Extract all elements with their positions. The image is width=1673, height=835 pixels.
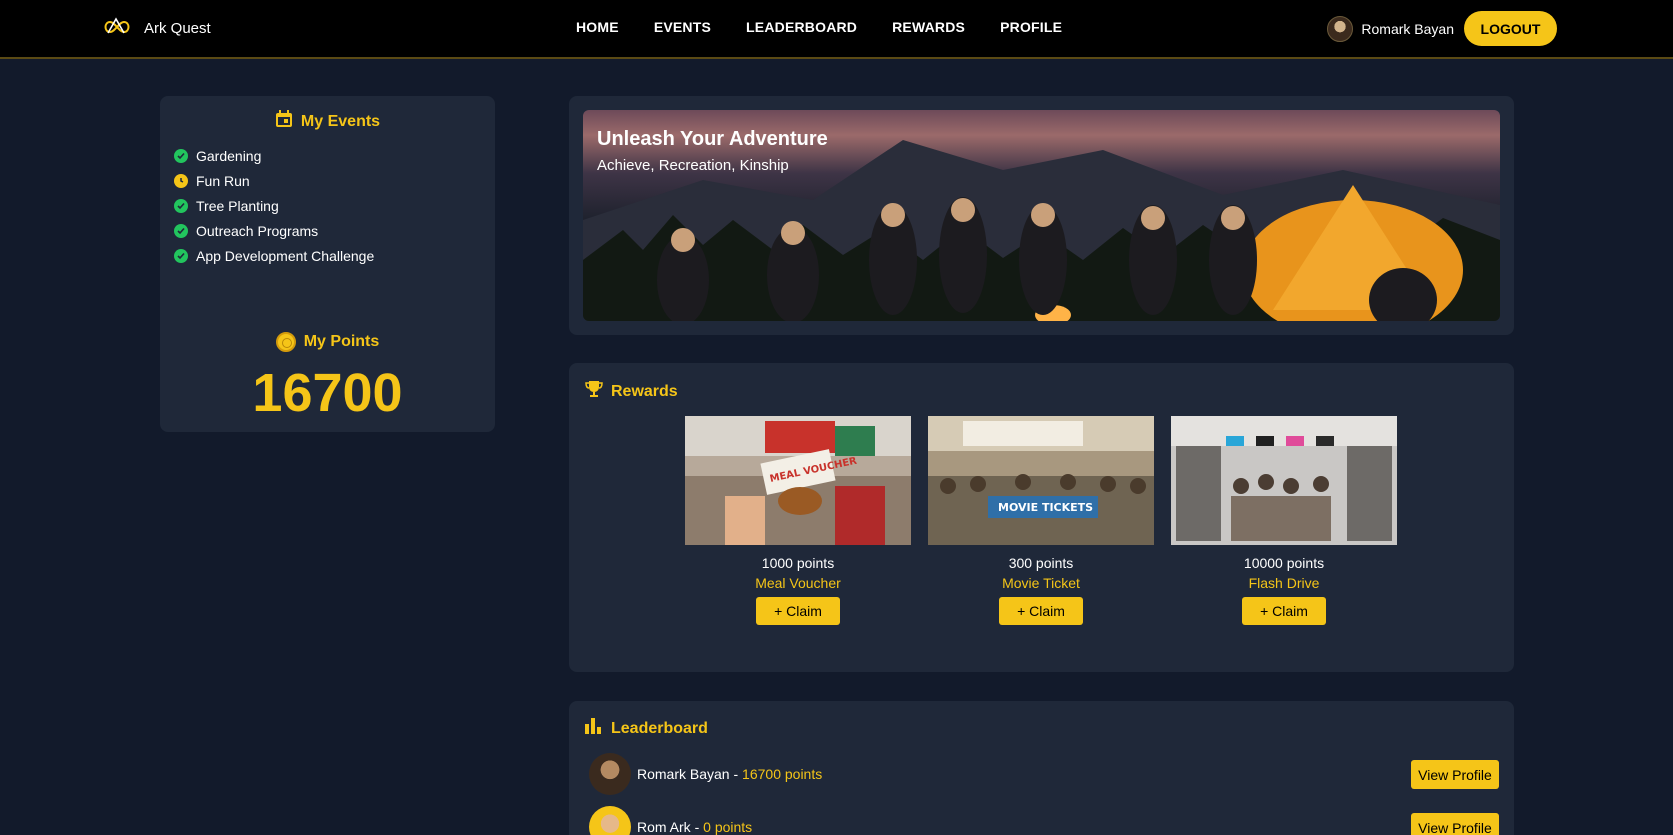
reward-points: 1000 points xyxy=(761,555,835,571)
nav-profile[interactable]: PROFILE xyxy=(1000,19,1062,35)
leaderboard-row: Rom Ark - 0 points View Profile xyxy=(589,805,1499,835)
leaderboard-separator: - xyxy=(729,766,743,782)
nav-rewards[interactable]: REWARDS xyxy=(892,19,965,35)
leaderboard-entry-text: Rom Ark - 0 points xyxy=(637,819,752,835)
flash-drive-image xyxy=(1171,416,1397,545)
event-item[interactable]: Fun Run xyxy=(174,168,374,193)
user-area: Romark Bayan LOGOUT xyxy=(1327,11,1557,46)
event-item[interactable]: App Development Challenge xyxy=(174,243,374,268)
top-navbar: Ark Quest HOME EVENTS LEADERBOARD REWARD… xyxy=(0,0,1673,59)
main-nav: HOME EVENTS LEADERBOARD REWARDS PROFILE xyxy=(576,19,1097,35)
view-profile-button[interactable]: View Profile xyxy=(1411,760,1499,789)
avatar[interactable] xyxy=(589,753,631,795)
reward-points: 10000 points xyxy=(1243,555,1325,571)
avatar[interactable] xyxy=(589,806,631,835)
claim-button[interactable]: + Claim xyxy=(1242,597,1326,625)
event-label: App Development Challenge xyxy=(196,247,375,264)
my-events-title: My Events xyxy=(300,112,381,130)
calendar-icon xyxy=(275,110,301,133)
movie-ticket-image: MOVIE TICKETS xyxy=(928,416,1154,545)
check-circle-icon xyxy=(174,223,188,238)
events-list: Gardening Fun Run Tree Planting Outreach… xyxy=(174,143,374,268)
nav-events[interactable]: EVENTS xyxy=(654,19,711,35)
event-label: Tree Planting xyxy=(196,197,279,214)
leaderboard-points: 0 points xyxy=(703,819,753,835)
event-label: Outreach Programs xyxy=(196,222,319,239)
rewards-heading: Rewards xyxy=(585,380,678,403)
reward-name: Meal Voucher xyxy=(755,575,841,591)
leaderboard-row: Romark Bayan - 16700 points View Profile xyxy=(589,752,1499,796)
event-item[interactable]: Gardening xyxy=(174,143,374,168)
bar-chart-icon xyxy=(585,718,611,739)
user-name: Romark Bayan xyxy=(1361,20,1454,37)
movie-ticket-image-text: MOVIE TICKETS xyxy=(998,501,1093,514)
my-points-heading: My Points xyxy=(160,332,495,352)
hero-banner-image: Unleash Your Adventure Achieve, Recreati… xyxy=(583,110,1500,321)
nav-leaderboard[interactable]: LEADERBOARD xyxy=(746,19,857,35)
my-events-card: My Events Gardening Fun Run Tree Plantin… xyxy=(160,96,495,432)
check-circle-icon xyxy=(174,248,188,263)
leaderboard-entry-text: Romark Bayan - 16700 points xyxy=(637,766,822,782)
hero-card: Unleash Your Adventure Achieve, Recreati… xyxy=(569,96,1514,335)
nav-home[interactable]: HOME xyxy=(576,19,619,35)
hero-subtitle: Achieve, Recreation, Kinship xyxy=(597,157,789,174)
brand[interactable]: Ark Quest xyxy=(102,15,211,41)
my-events-heading: My Events xyxy=(160,110,495,133)
logout-button[interactable]: LOGOUT xyxy=(1464,11,1557,46)
reward-item: MOVIE TICKETS 300 points Movie Ticket + … xyxy=(928,416,1154,625)
leaderboard-separator: - xyxy=(690,819,704,835)
claim-button[interactable]: + Claim xyxy=(756,597,840,625)
event-label: Fun Run xyxy=(196,172,250,189)
rewards-title: Rewards xyxy=(611,382,678,400)
leaderboard-name: Romark Bayan xyxy=(637,766,730,782)
clock-icon xyxy=(174,173,188,188)
event-item[interactable]: Tree Planting xyxy=(174,193,374,218)
reward-item: MEAL VOUCHER 1000 points Meal Voucher + … xyxy=(685,416,911,625)
my-points-title: My Points xyxy=(303,333,380,350)
reward-name: Flash Drive xyxy=(1248,575,1320,591)
coin-icon xyxy=(275,332,296,352)
user-avatar[interactable] xyxy=(1327,15,1354,42)
reward-item: 10000 points Flash Drive + Claim xyxy=(1171,416,1397,625)
leaderboard-title: Leaderboard xyxy=(611,719,708,737)
rewards-card: Rewards MEAL VOUCHER 1000 points Meal Vo… xyxy=(569,363,1514,672)
event-label: Gardening xyxy=(196,147,262,164)
hero-title: Unleash Your Adventure xyxy=(597,128,828,150)
claim-button[interactable]: + Claim xyxy=(999,597,1083,625)
leaderboard-points: 16700 points xyxy=(742,766,823,782)
leaderboard-name: Rom Ark xyxy=(637,819,691,835)
leaderboard-heading: Leaderboard xyxy=(585,718,708,739)
trophy-icon xyxy=(585,380,611,403)
brand-name: Ark Quest xyxy=(144,19,211,37)
view-profile-button[interactable]: View Profile xyxy=(1411,813,1499,835)
points-value: 16700 xyxy=(252,363,403,423)
reward-points: 300 points xyxy=(1008,555,1074,571)
reward-name: Movie Ticket xyxy=(1002,575,1080,591)
event-item[interactable]: Outreach Programs xyxy=(174,218,374,243)
infinity-loop-icon xyxy=(102,15,132,42)
check-circle-icon xyxy=(174,148,188,163)
check-circle-icon xyxy=(174,198,188,213)
meal-voucher-image: MEAL VOUCHER xyxy=(685,416,911,546)
leaderboard-card: Leaderboard Romark Bayan - 16700 points … xyxy=(569,701,1514,835)
